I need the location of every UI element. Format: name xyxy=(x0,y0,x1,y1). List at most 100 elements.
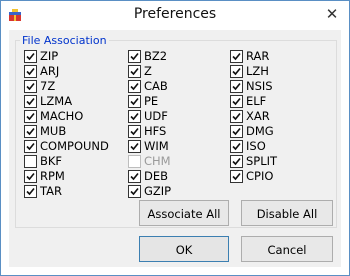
ok-label: OK xyxy=(175,243,193,257)
checkmark-icon xyxy=(26,82,35,91)
checkbox-label: MACHO xyxy=(40,109,84,123)
checkmark-icon xyxy=(130,142,139,151)
associate-all-button[interactable]: Associate All xyxy=(139,200,229,226)
checkbox-box[interactable] xyxy=(230,125,243,138)
checkmark-icon xyxy=(130,97,139,106)
checkmark-icon xyxy=(130,127,139,136)
checkmark-icon xyxy=(130,172,139,181)
checkbox-box[interactable] xyxy=(128,80,141,93)
checkbox-label: UDF xyxy=(144,109,168,123)
checkmark-icon xyxy=(232,172,241,181)
checkbox-box[interactable] xyxy=(24,95,37,108)
cancel-label: Cancel xyxy=(267,243,307,257)
checkbox-box[interactable] xyxy=(24,50,37,63)
checkmark-icon xyxy=(232,157,241,166)
checkbox-label: ELF xyxy=(246,94,267,108)
checkbox-box[interactable] xyxy=(24,170,37,183)
checkbox-box[interactable] xyxy=(230,95,243,108)
associate-all-label: Associate All xyxy=(147,207,221,221)
disable-all-label: Disable All xyxy=(256,207,318,221)
checkmark-icon xyxy=(26,97,35,106)
dialog-body: File Association ZIP ARJ 7Z LZMA MACHO MUB COM… xyxy=(9,30,341,267)
ok-button[interactable]: OK xyxy=(139,236,229,262)
checkbox-label: ARJ xyxy=(40,64,60,78)
checkmark-icon xyxy=(130,82,139,91)
checkbox-box[interactable] xyxy=(24,140,37,153)
checkbox-label: WIM xyxy=(144,139,169,153)
checkbox-label: GZIP xyxy=(144,184,172,198)
checkmark-icon xyxy=(232,142,241,151)
checkmark-icon xyxy=(26,112,35,121)
checkmark-icon xyxy=(232,82,241,91)
checkbox-box[interactable] xyxy=(128,185,141,198)
checkmark-icon xyxy=(130,112,139,121)
checkbox-box[interactable] xyxy=(128,140,141,153)
checkbox-box[interactable] xyxy=(230,155,243,168)
checkmark-icon xyxy=(232,67,241,76)
cancel-button[interactable]: Cancel xyxy=(241,236,333,262)
checkmark-icon xyxy=(26,187,35,196)
checkbox-label: PE xyxy=(144,94,159,108)
checkbox-box[interactable] xyxy=(24,110,37,123)
checkbox-box[interactable] xyxy=(24,80,37,93)
title-bar[interactable]: Preferences ✕ xyxy=(1,1,349,30)
checkmark-icon xyxy=(232,112,241,121)
checkbox-label: XAR xyxy=(246,109,270,123)
checkmark-icon xyxy=(26,127,35,136)
checkbox-label: Z xyxy=(144,64,152,78)
checkmark-icon xyxy=(26,67,35,76)
checkbox-box[interactable] xyxy=(24,125,37,138)
checkmark-icon xyxy=(232,127,241,136)
preferences-window: Preferences ✕ File Association ZIP ARJ 7Z L… xyxy=(0,0,350,276)
checkbox-label: DMG xyxy=(246,124,274,138)
checkbox-label: BZ2 xyxy=(144,49,168,63)
group-title: File Association xyxy=(20,34,109,47)
checkbox-label: CHM xyxy=(144,154,171,168)
checkbox-label: COMPOUND xyxy=(40,139,109,153)
checkbox-label: BKF xyxy=(40,154,63,168)
checkbox-label: HFS xyxy=(144,124,167,138)
checkbox-label: ZIP xyxy=(40,49,59,63)
checkbox-label: DEB xyxy=(144,169,169,183)
checkbox-box xyxy=(128,155,141,168)
checkbox-box[interactable] xyxy=(128,95,141,108)
checkmark-icon xyxy=(130,52,139,61)
checkbox-label: LZMA xyxy=(40,94,73,108)
checkbox-label: 7Z xyxy=(40,79,56,93)
checkbox-box[interactable] xyxy=(230,140,243,153)
checkbox-box[interactable] xyxy=(24,185,37,198)
checkmark-icon xyxy=(130,67,139,76)
checkbox-label: SPLIT xyxy=(246,154,278,168)
checkbox-box[interactable] xyxy=(24,65,37,78)
checkbox-box[interactable] xyxy=(230,65,243,78)
checkbox-label: CAB xyxy=(144,79,168,93)
disable-all-button[interactable]: Disable All xyxy=(241,200,333,226)
checkbox-box[interactable] xyxy=(128,170,141,183)
checkbox-label: LZH xyxy=(246,64,269,78)
checkbox-label: RPM xyxy=(40,169,65,183)
checkmark-icon xyxy=(232,52,241,61)
close-button[interactable]: ✕ xyxy=(323,5,341,23)
checkbox-label: ISO xyxy=(246,139,266,153)
checkbox-box[interactable] xyxy=(230,50,243,63)
checkbox-box[interactable] xyxy=(128,65,141,78)
checkbox-label: RAR xyxy=(246,49,270,63)
checkmark-icon xyxy=(26,172,35,181)
close-icon: ✕ xyxy=(325,5,339,23)
checkmark-icon xyxy=(130,187,139,196)
checkbox-label: NSIS xyxy=(246,79,273,93)
checkbox-box[interactable] xyxy=(230,80,243,93)
checkmark-icon xyxy=(26,52,35,61)
window-title: Preferences xyxy=(133,6,217,22)
checkbox-label: TAR xyxy=(40,184,62,198)
checkbox-box[interactable] xyxy=(128,50,141,63)
checkmark-icon xyxy=(26,142,35,151)
checkbox-label: MUB xyxy=(40,124,67,138)
checkbox-label: CPIO xyxy=(246,169,274,183)
checkbox-box[interactable] xyxy=(128,125,141,138)
checkbox-box[interactable] xyxy=(24,155,37,168)
checkbox-box[interactable] xyxy=(230,170,243,183)
checkmark-icon xyxy=(232,97,241,106)
checkbox-box[interactable] xyxy=(128,110,141,123)
checkbox-box[interactable] xyxy=(230,110,243,123)
